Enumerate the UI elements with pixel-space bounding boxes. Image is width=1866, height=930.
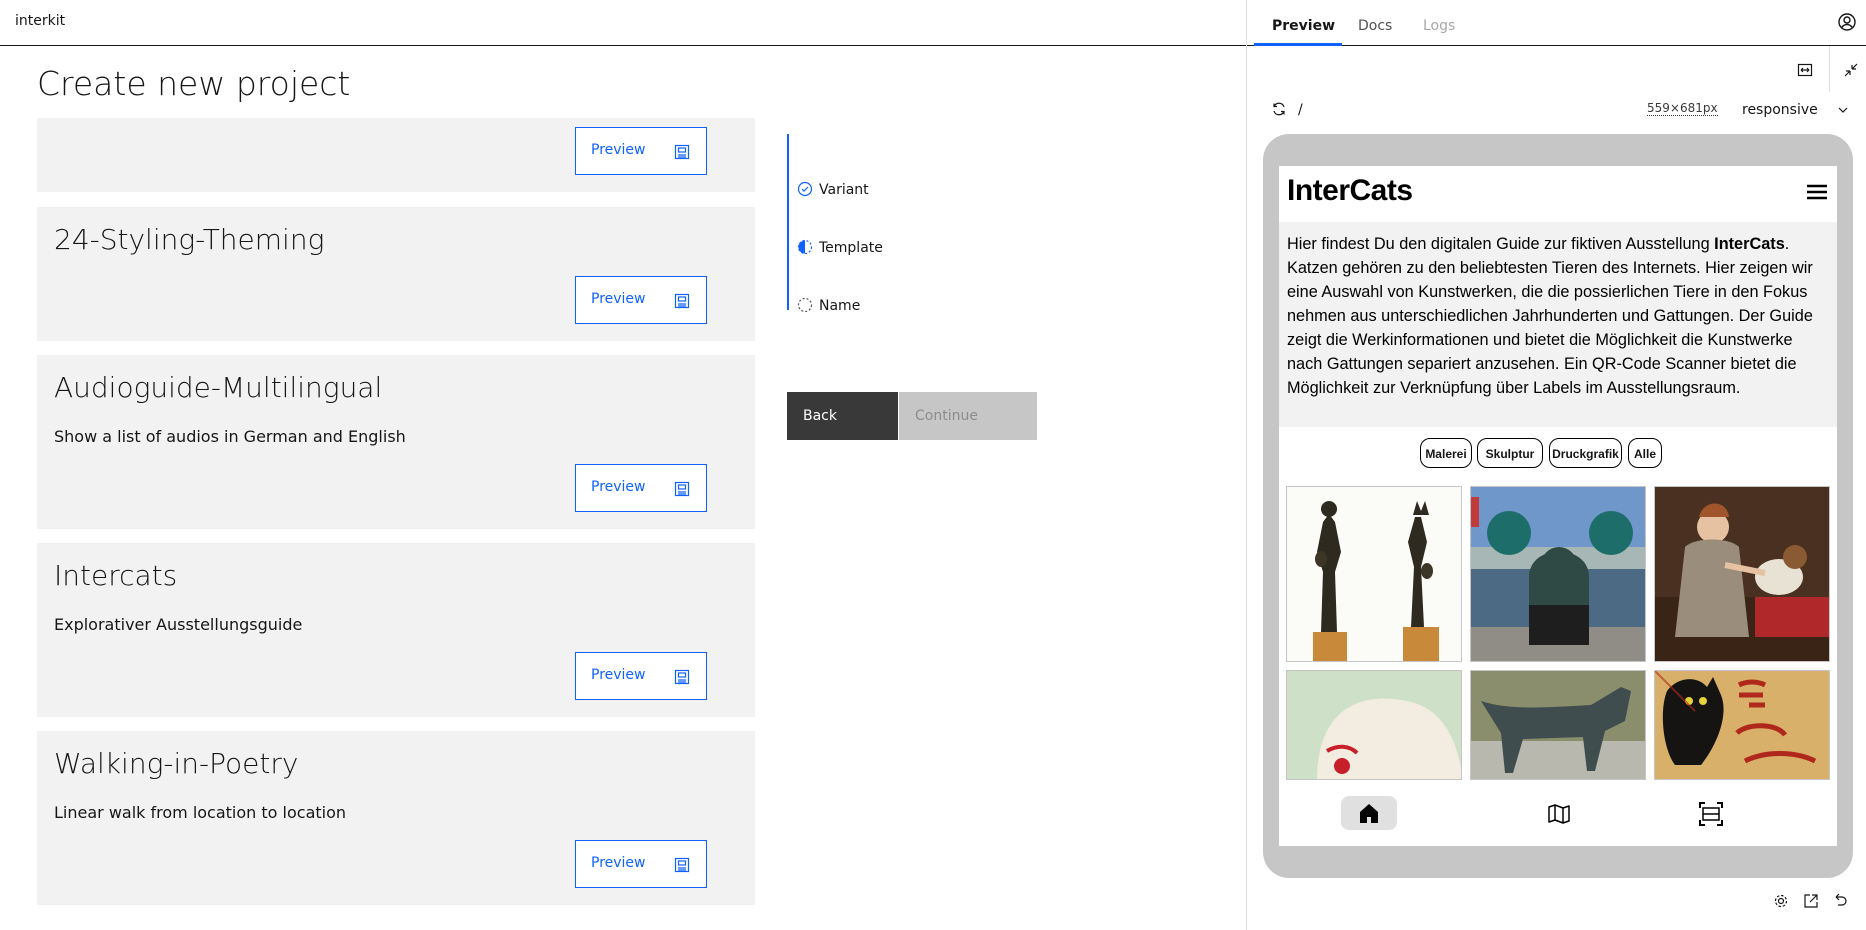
app-name[interactable]: interkit — [15, 13, 65, 29]
filter-malerei[interactable]: Malerei — [1420, 438, 1472, 468]
launch-icon[interactable] — [1803, 893, 1819, 909]
settings-icon[interactable] — [1773, 893, 1789, 909]
tile-title: Audioguide-Multilingual — [54, 371, 383, 404]
incomplete-half-icon — [797, 239, 813, 255]
girl-feeding-cat-painting — [1655, 487, 1829, 661]
launch-preview-icon — [674, 481, 690, 497]
tile-title: Intercats — [54, 559, 178, 592]
lake-sculpture-image — [1471, 487, 1645, 661]
japanese-cat-print-image — [1287, 671, 1461, 779]
preview-button[interactable]: Preview — [575, 840, 707, 888]
launch-preview-icon — [674, 857, 690, 873]
user-avatar-icon[interactable] — [1837, 12, 1857, 32]
project-tile[interactable]: Walking-in-Poetry Linear walk from locat… — [37, 731, 755, 905]
home-icon — [1360, 804, 1378, 823]
main-content: Create new project Preview 24-Styling-Th… — [0, 46, 1246, 930]
app-preview-screen[interactable]: InterCats Hier findest Du den digitalen … — [1279, 166, 1837, 846]
preview-button[interactable]: Preview — [575, 127, 707, 175]
bastet-statues-image — [1287, 487, 1461, 661]
preview-button-label: Preview — [591, 855, 646, 871]
top-bar: interkit — [0, 0, 1246, 46]
project-tile[interactable]: 24-Styling-Theming Preview — [37, 207, 755, 341]
device-frame: InterCats Hier findest Du den digitalen … — [1263, 134, 1853, 878]
tab-preview[interactable]: Preview — [1272, 18, 1335, 34]
intro-text: Hier findest Du den digitalen Guide zur … — [1287, 235, 1715, 253]
preview-panel: Preview Docs Logs / 559×681px responsive… — [1246, 0, 1866, 930]
filter-druckgrafik[interactable]: Druckgrafik — [1549, 438, 1622, 468]
artwork-thumbnail[interactable] — [1654, 670, 1830, 780]
preview-button[interactable]: Preview — [575, 652, 707, 700]
minimize-icon[interactable] — [1843, 62, 1859, 78]
step-label: Variant — [819, 182, 869, 198]
toolbar-divider — [1829, 46, 1830, 92]
preview-button-label: Preview — [591, 667, 646, 683]
app: interkit Create new project Preview 24-S… — [0, 0, 1866, 930]
tile-description: Explorativer Ausstellungsguide — [54, 615, 303, 634]
tab-docs[interactable]: Docs — [1358, 18, 1392, 34]
intercats-navbar — [1279, 784, 1837, 846]
qr-scanner-icon[interactable] — [1699, 802, 1723, 826]
preview-button[interactable]: Preview — [575, 276, 707, 324]
launch-preview-icon — [674, 144, 690, 160]
intro-bold: InterCats — [1714, 235, 1785, 253]
filter-alle[interactable]: Alle — [1628, 438, 1662, 468]
tile-title: Walking-in-Poetry — [54, 747, 299, 780]
preview-button[interactable]: Preview — [575, 464, 707, 512]
preview-path[interactable]: / — [1298, 102, 1303, 118]
step-label: Template — [819, 240, 883, 256]
bronze-cat-sculpture-image — [1471, 671, 1645, 779]
chevron-down-icon[interactable] — [1837, 104, 1849, 116]
tile-description: Linear walk from location to location — [54, 803, 347, 822]
project-tile[interactable]: Intercats Explorativer Ausstellungsguide… — [37, 543, 755, 717]
refresh-icon[interactable] — [1271, 101, 1287, 117]
preview-button-label: Preview — [591, 142, 646, 158]
active-tab-indicator — [1254, 43, 1342, 46]
intro-text: . Katzen gehören zu den beliebtesten Tie… — [1287, 235, 1813, 397]
back-button[interactable]: Back — [787, 392, 898, 440]
preview-button-label: Preview — [591, 291, 646, 307]
filter-skulptur[interactable]: Skulptur — [1477, 438, 1543, 468]
panel-tabs: Preview Docs Logs — [1247, 0, 1866, 46]
project-tile[interactable]: Audioguide-Multilingual Show a list of a… — [37, 355, 755, 529]
artwork-thumbnail[interactable] — [1286, 486, 1462, 662]
preview-dimensions: 559×681px — [1647, 101, 1718, 116]
page-title: Create new project — [37, 64, 351, 103]
tile-title: 24-Styling-Theming — [54, 223, 325, 256]
artwork-thumbnail[interactable] — [1286, 670, 1462, 780]
preview-button-label: Preview — [591, 479, 646, 495]
circle-dash-icon — [797, 297, 813, 313]
artwork-thumbnail[interactable] — [1470, 486, 1646, 662]
nav-home-button[interactable] — [1341, 796, 1397, 830]
continue-button[interactable]: Continue — [899, 392, 1037, 440]
reset-icon[interactable] — [1833, 893, 1849, 909]
checkmark-outline-icon — [797, 181, 813, 197]
tile-description: Show a list of audios in German and Engl… — [54, 427, 406, 446]
artwork-thumbnail[interactable] — [1654, 486, 1830, 662]
artwork-thumbnail[interactable] — [1470, 670, 1646, 780]
progress-indicator: Variant Template Name — [787, 134, 1047, 314]
map-icon[interactable] — [1547, 803, 1571, 825]
responsive-select[interactable]: responsive — [1742, 102, 1818, 118]
intercats-logo: InterCats — [1287, 174, 1413, 207]
intercats-intro: Hier findest Du den digitalen Guide zur … — [1279, 222, 1837, 427]
launch-preview-icon — [674, 669, 690, 685]
step-label: Name — [819, 298, 861, 314]
launch-preview-icon — [674, 293, 690, 309]
hamburger-menu-icon[interactable] — [1807, 184, 1827, 200]
chat-noir-poster-image — [1655, 671, 1829, 779]
fit-width-icon[interactable] — [1797, 62, 1813, 78]
intercats-header: InterCats — [1279, 166, 1837, 222]
tab-logs: Logs — [1423, 18, 1456, 34]
project-tile[interactable]: Preview — [37, 118, 755, 192]
